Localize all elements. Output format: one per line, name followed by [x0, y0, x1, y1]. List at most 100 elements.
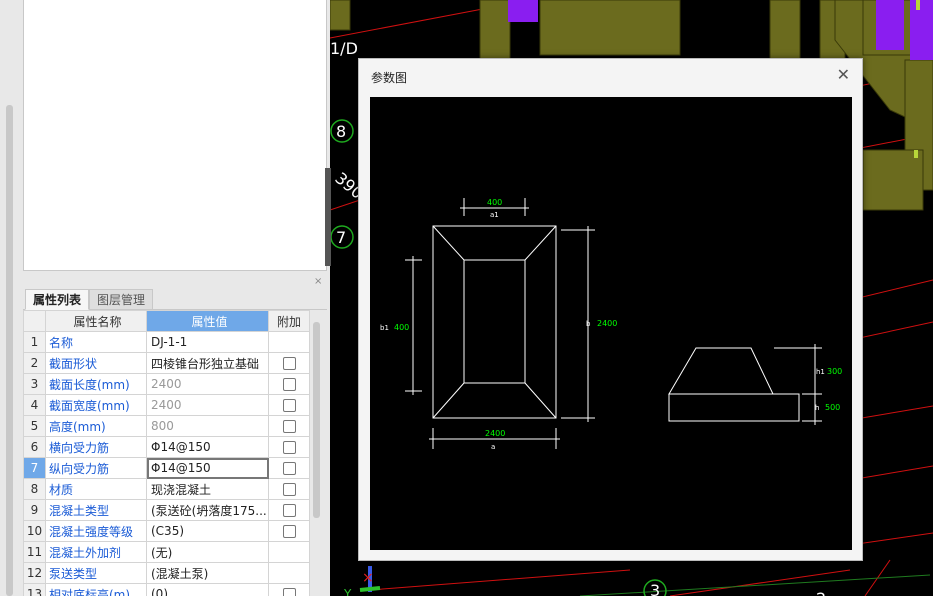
table-row[interactable]: 1 名称 DJ-1-1 — [23, 331, 310, 353]
property-name: 截面宽度(mm) — [45, 394, 147, 416]
extra-cell — [268, 457, 310, 479]
row-index[interactable]: 9 — [23, 499, 46, 521]
property-value[interactable]: DJ-1-1 — [146, 331, 269, 353]
tab-property-list[interactable]: 属性列表 — [25, 289, 90, 310]
parameter-dialog: 参数图 ✕ 400 400 2400 2400 300 500 a1 b1 b … — [358, 58, 863, 561]
table-row[interactable]: 12 泵送类型 (混凝土泵) — [23, 562, 310, 584]
axis-label-7: 7 — [336, 228, 346, 247]
row-index[interactable]: 1 — [23, 331, 46, 353]
table-row[interactable]: 11 混凝土外加剂 (无) — [23, 541, 310, 563]
table-row[interactable]: 8 材质 现浇混凝土 — [23, 478, 310, 500]
row-index[interactable]: 10 — [23, 520, 46, 542]
table-row[interactable]: 5 高度(mm) 800 — [23, 415, 310, 437]
table-row[interactable]: 7 纵向受力筋 Φ14@150 — [23, 457, 310, 479]
dim-a-value: 2400 — [485, 429, 505, 438]
extra-checkbox[interactable] — [282, 504, 296, 517]
extra-cell — [268, 331, 310, 353]
property-value[interactable]: 2400 — [146, 373, 269, 395]
extra-checkbox[interactable] — [282, 441, 296, 454]
foundation-diagram: 400 400 2400 2400 300 500 a1 b1 b a h1 h — [380, 198, 842, 451]
property-value[interactable]: Φ14@150 — [146, 436, 269, 458]
table-row[interactable]: 9 混凝土类型 (泵送砼(坍落度175... — [23, 499, 310, 521]
extra-cell — [268, 415, 310, 437]
extra-cell — [268, 520, 310, 542]
extra-cell — [268, 583, 310, 596]
panel-close-icon[interactable]: × — [314, 277, 324, 287]
extra-checkbox[interactable] — [282, 420, 296, 433]
property-value[interactable]: (0) — [146, 583, 269, 596]
axis-label-8: 8 — [336, 122, 346, 141]
row-index[interactable]: 8 — [23, 478, 46, 500]
dim-a-name: a — [491, 443, 495, 451]
property-name: 混凝土强度等级 — [45, 520, 147, 542]
extra-checkbox[interactable] — [282, 462, 296, 475]
plan-view — [405, 198, 595, 449]
extra-checkbox[interactable] — [282, 483, 296, 496]
property-value[interactable]: Φ14@150 — [146, 457, 269, 479]
extra-checkbox[interactable] — [282, 399, 296, 412]
property-value[interactable]: (C35) — [146, 520, 269, 542]
property-value[interactable]: 现浇混凝土 — [146, 478, 269, 500]
property-name: 纵向受力筋 — [45, 457, 147, 479]
property-value[interactable]: (泵送砼(坍落度175... — [146, 499, 269, 521]
extra-cell — [268, 562, 310, 584]
row-index[interactable]: 3 — [23, 373, 46, 395]
property-name: 混凝土类型 — [45, 499, 147, 521]
table-row[interactable]: 10 混凝土强度等级 (C35) — [23, 520, 310, 542]
table-row[interactable]: 6 横向受力筋 Φ14@150 — [23, 436, 310, 458]
property-name: 泵送类型 — [45, 562, 147, 584]
property-value[interactable]: 四棱锥台形独立基础 — [146, 352, 269, 374]
svg-text:×: × — [362, 570, 374, 586]
tab-layer-management[interactable]: 图层管理 — [89, 289, 154, 310]
property-value[interactable]: 800 — [146, 415, 269, 437]
extra-cell — [268, 541, 310, 563]
table-row[interactable]: 2 截面形状 四棱锥台形独立基础 — [23, 352, 310, 374]
property-name: 截面长度(mm) — [45, 373, 147, 395]
header-property-value[interactable]: 属性值 — [146, 310, 269, 332]
property-name: 材质 — [45, 478, 147, 500]
panel-tabs: 属性列表 图层管理 — [23, 289, 327, 310]
table-scrollbar[interactable] — [313, 322, 320, 518]
row-index[interactable]: 6 — [23, 436, 46, 458]
row-index[interactable]: 5 — [23, 415, 46, 437]
parameter-drawing: 400 400 2400 2400 300 500 a1 b1 b a h1 h — [370, 97, 852, 550]
component-preview — [23, 0, 327, 271]
property-value[interactable]: (无) — [146, 541, 269, 563]
extra-cell — [268, 499, 310, 521]
left-panel: × 属性列表 图层管理 属性名称 属性值 附加 1 名称 DJ-1-1 2 截面形状 四棱… — [0, 0, 330, 596]
row-index[interactable]: 12 — [23, 562, 46, 584]
header-property-name[interactable]: 属性名称 — [45, 310, 147, 332]
panel-collapse-handle[interactable] — [325, 168, 331, 266]
extra-checkbox[interactable] — [282, 588, 296, 596]
table-row[interactable]: 13 相对底标高(m) (0) — [23, 583, 310, 596]
header-extra[interactable]: 附加 — [268, 310, 310, 332]
property-name: 截面形状 — [45, 352, 147, 374]
property-value[interactable]: 2400 — [146, 394, 269, 416]
axis-label-2: 2 — [816, 589, 826, 596]
table-row[interactable]: 3 截面长度(mm) 2400 — [23, 373, 310, 395]
extra-cell — [268, 478, 310, 500]
extra-checkbox[interactable] — [282, 525, 296, 538]
table-row[interactable]: 4 截面宽度(mm) 2400 — [23, 394, 310, 416]
row-index[interactable]: 7 — [23, 457, 46, 479]
property-value[interactable]: (混凝土泵) — [146, 562, 269, 584]
dim-b-name: b — [586, 320, 591, 328]
dim-b1-name: b1 — [380, 324, 389, 332]
extra-checkbox[interactable] — [282, 357, 296, 370]
axis-gizmo-icon: × Y — [343, 566, 381, 596]
row-index[interactable]: 4 — [23, 394, 46, 416]
row-index[interactable]: 2 — [23, 352, 46, 374]
property-name: 名称 — [45, 331, 147, 353]
extra-cell — [268, 394, 310, 416]
row-index[interactable]: 11 — [23, 541, 46, 563]
extra-cell — [268, 373, 310, 395]
property-name: 横向受力筋 — [45, 436, 147, 458]
row-index[interactable]: 13 — [23, 583, 46, 596]
axis-grid-green — [579, 574, 931, 596]
extra-checkbox[interactable] — [282, 378, 296, 391]
dim-h1-value: 300 — [827, 367, 842, 376]
dim-h-name: h — [815, 404, 819, 412]
left-scrollbar[interactable] — [6, 105, 13, 596]
dialog-close-icon[interactable]: ✕ — [837, 67, 850, 83]
property-rows: 1 名称 DJ-1-1 2 截面形状 四棱锥台形独立基础 3 截面长度(mm) 2400 4 截面宽… — [23, 331, 310, 596]
